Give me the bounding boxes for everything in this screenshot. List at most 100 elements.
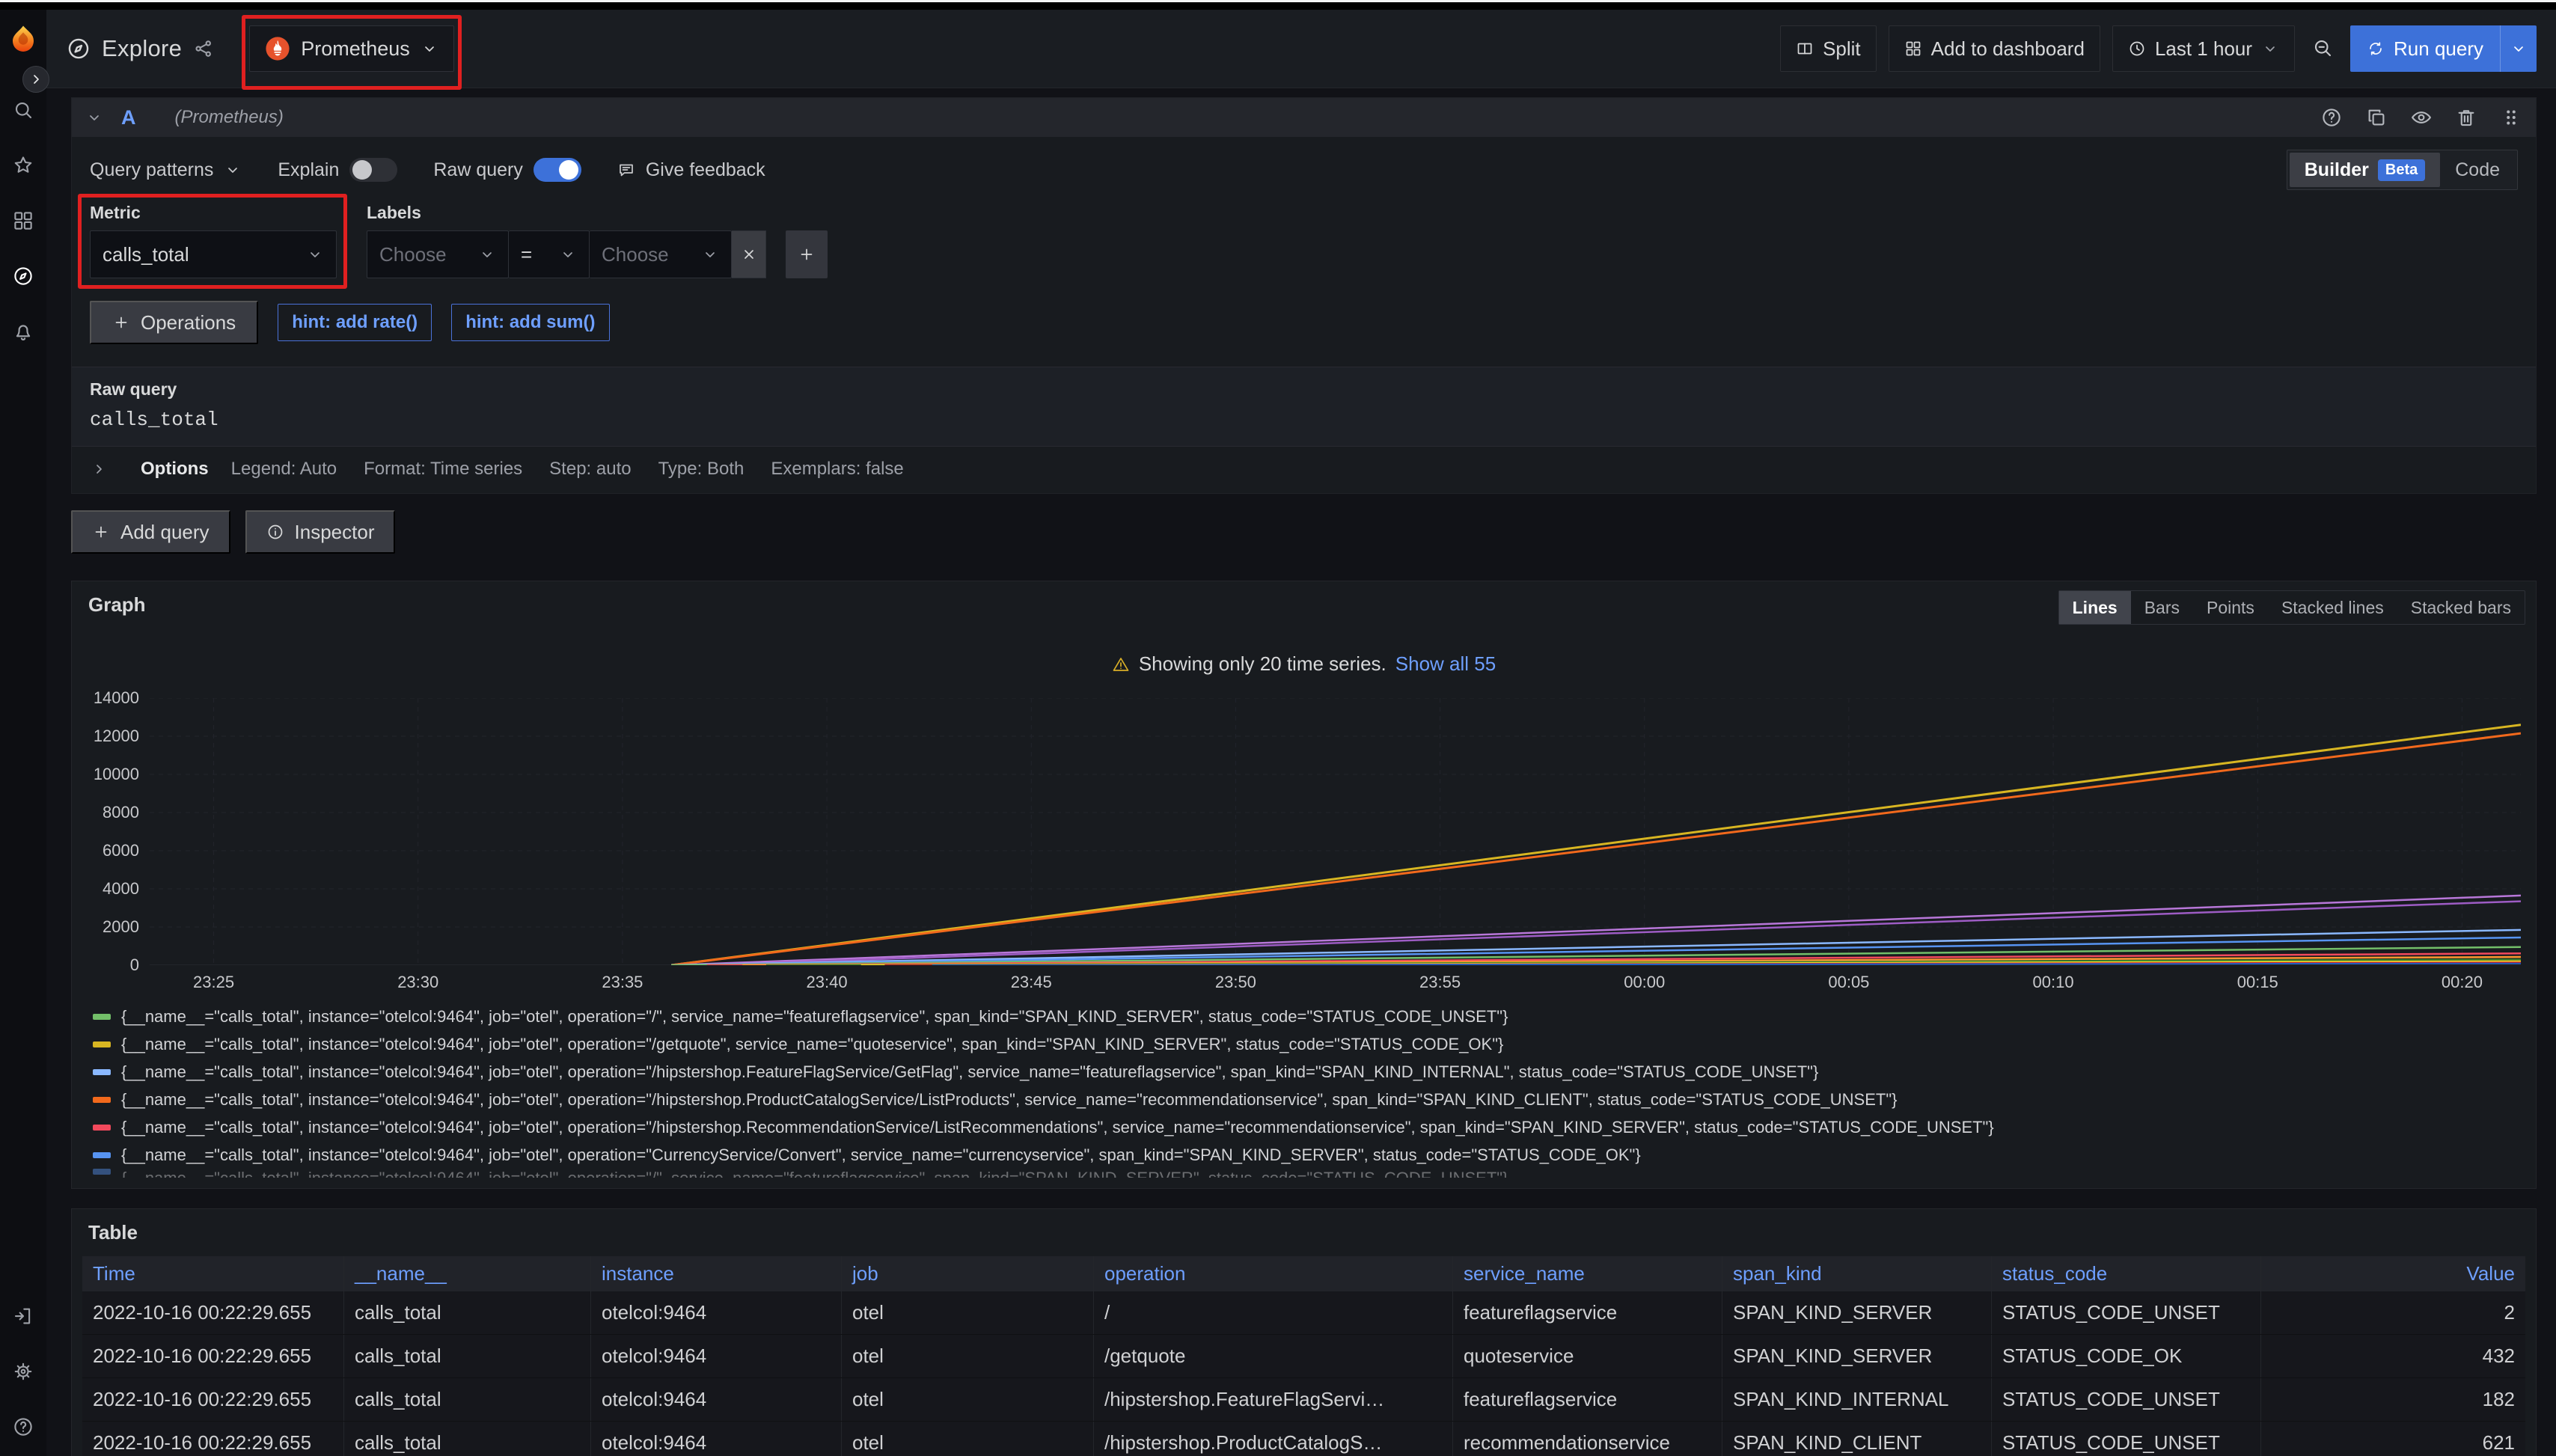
table-row: 2022-10-16 00:22:29.655calls_totalotelco…	[82, 1335, 2525, 1378]
add-query-button[interactable]: Add query	[71, 510, 230, 554]
info-icon	[266, 523, 284, 541]
table-cell: 2022-10-16 00:22:29.655	[82, 1335, 344, 1377]
raw-query-toggle[interactable]	[533, 158, 581, 182]
legend-item[interactable]: {__name__="calls_total", instance="otelc…	[93, 1003, 2525, 1030]
explain-toggle[interactable]	[349, 158, 397, 182]
label-key-select[interactable]: Choose	[367, 230, 509, 278]
query-row-header[interactable]: A (Prometheus)	[72, 98, 2536, 137]
sign-in-icon[interactable]	[12, 1305, 34, 1327]
legend-item[interactable]: {__name__="calls_total", instance="otelc…	[93, 1058, 2525, 1086]
table-row: 2022-10-16 00:22:29.655calls_totalotelco…	[82, 1291, 2525, 1335]
query-patterns-dropdown[interactable]: Query patterns	[90, 159, 242, 181]
hint-add-sum-button[interactable]: hint: add sum()	[451, 304, 609, 341]
zoom-out-button[interactable]	[2307, 37, 2338, 61]
chart-plot-area[interactable]	[150, 698, 2521, 965]
add-label-filter-button[interactable]	[786, 230, 828, 278]
legend-label: {__name__="calls_total", instance="otelc…	[121, 1007, 1508, 1027]
starred-icon[interactable]	[12, 154, 34, 177]
column-header-statuscode[interactable]: status_code	[1992, 1256, 2261, 1291]
split-button[interactable]: Split	[1780, 25, 1877, 72]
help-icon[interactable]	[12, 1416, 34, 1438]
legend-item[interactable]: {__name__="calls_total", instance="otelc…	[93, 1141, 2525, 1169]
table-cell: /hipstershop.FeatureFlagServi…	[1094, 1378, 1453, 1421]
warning-icon	[1112, 655, 1130, 673]
column-header-Time[interactable]: Time	[82, 1256, 344, 1291]
column-header-operation[interactable]: operation	[1094, 1256, 1453, 1291]
inspector-button[interactable]: Inspector	[245, 510, 396, 554]
chevron-down-icon	[2261, 40, 2279, 58]
share-icon[interactable]	[192, 37, 215, 60]
run-query-button[interactable]: Run query	[2350, 25, 2537, 72]
remove-label-filter-button[interactable]	[732, 230, 766, 278]
legend-item[interactable]: {__name__="calls_total", instance="otelc…	[93, 1030, 2525, 1058]
show-all-series-link[interactable]: Show all 55	[1395, 652, 1496, 676]
time-range-picker[interactable]: Last 1 hour	[2112, 25, 2295, 72]
x-tick: 23:50	[1215, 973, 1256, 992]
explore-toolbar: Explore Prometheus Split Add to dashboar…	[46, 10, 2556, 88]
delete-query-icon[interactable]	[2455, 106, 2477, 129]
run-query-dropdown[interactable]	[2500, 25, 2537, 72]
code-mode-button[interactable]: Code	[2440, 153, 2515, 187]
dashboards-icon[interactable]	[12, 209, 34, 232]
table-cell: quoteservice	[1453, 1335, 1722, 1377]
query-options-row[interactable]: Options Legend: Auto Format: Time series…	[72, 447, 2536, 493]
explore-icon[interactable]	[12, 265, 34, 287]
table-cell: otel	[842, 1335, 1094, 1377]
add-to-dashboard-button[interactable]: Add to dashboard	[1889, 25, 2100, 72]
split-icon	[1796, 40, 1814, 58]
graph-mode-lines[interactable]: Lines	[2059, 591, 2131, 624]
column-header-name[interactable]: __name__	[344, 1256, 591, 1291]
add-operation-button[interactable]: Operations	[90, 301, 258, 344]
query-editor-panel: A (Prometheus) Query patterns Explain	[71, 97, 2537, 494]
series-limit-warning: Showing only 20 time series. Show all 55	[82, 652, 2525, 676]
x-tick: 23:25	[193, 973, 234, 992]
search-icon[interactable]	[12, 99, 34, 121]
chevron-down-icon	[478, 245, 496, 263]
table-cell: STATUS_CODE_UNSET	[1992, 1291, 2261, 1334]
series-line	[671, 725, 2521, 965]
grafana-logo[interactable]	[7, 23, 39, 60]
legend-label: {__name__="calls_total", instance="otelc…	[121, 1090, 1898, 1110]
graph-mode-bars[interactable]: Bars	[2131, 591, 2193, 624]
collapse-chevron-icon[interactable]	[85, 108, 103, 126]
datasource-picker[interactable]: Prometheus	[249, 25, 454, 72]
table-cell: /hipstershop.ProductCatalogS…	[1094, 1422, 1453, 1456]
drag-handle-icon[interactable]	[2500, 106, 2522, 129]
graph-panel: Graph LinesBarsPointsStacked linesStacke…	[71, 581, 2537, 1189]
legend-item[interactable]: {__name__="calls_total", instance="otelc…	[93, 1113, 2525, 1141]
alerting-bell-icon[interactable]	[12, 320, 34, 343]
graph-mode-points[interactable]: Points	[2193, 591, 2268, 624]
table-cell: 2	[2261, 1291, 2525, 1334]
y-tick: 8000	[103, 803, 139, 822]
metric-select[interactable]: calls_total	[90, 230, 337, 278]
label-operator-select[interactable]: =	[509, 230, 590, 278]
graph-mode-stacked-lines[interactable]: Stacked lines	[2268, 591, 2397, 624]
table-cell: calls_total	[344, 1335, 591, 1377]
column-header-spankind[interactable]: span_kind	[1722, 1256, 1992, 1291]
column-header-servicename[interactable]: service_name	[1453, 1256, 1722, 1291]
label-value-select[interactable]: Choose	[590, 230, 732, 278]
legend-label: {__name__="calls_total", instance="otelc…	[121, 1145, 1641, 1165]
close-icon	[740, 245, 758, 263]
duplicate-query-icon[interactable]	[2365, 106, 2388, 129]
grafana-explore-page: { "topbar": { "title": "Explore", "datas…	[0, 0, 2556, 1456]
query-help-icon[interactable]	[2320, 106, 2343, 129]
graph-mode-stacked-bars[interactable]: Stacked bars	[2397, 591, 2525, 624]
builder-mode-button[interactable]: Builder Beta	[2290, 153, 2440, 187]
column-header-instance[interactable]: instance	[591, 1256, 842, 1291]
hint-add-rate-button[interactable]: hint: add rate()	[278, 304, 432, 341]
time-series-chart: 02000400060008000100001200014000 23:2523…	[82, 698, 2525, 994]
legend-item[interactable]: {__name__="calls_total", instance="otelc…	[93, 1086, 2525, 1113]
sidebar-expand-button[interactable]	[22, 66, 49, 93]
table-body: 2022-10-16 00:22:29.655calls_totalotelco…	[82, 1291, 2525, 1456]
plus-icon	[798, 245, 816, 263]
gear-icon[interactable]	[12, 1360, 34, 1383]
table-cell: featureflagservice	[1453, 1291, 1722, 1334]
give-feedback-link[interactable]: Give feedback	[617, 159, 765, 181]
toggle-visibility-icon[interactable]	[2410, 106, 2433, 129]
table-cell: SPAN_KIND_SERVER	[1722, 1335, 1992, 1377]
dashboard-grid-icon	[1904, 40, 1922, 58]
column-header-job[interactable]: job	[842, 1256, 1094, 1291]
table-cell: 2022-10-16 00:22:29.655	[82, 1422, 344, 1456]
column-header-Value[interactable]: Value	[2261, 1256, 2525, 1291]
